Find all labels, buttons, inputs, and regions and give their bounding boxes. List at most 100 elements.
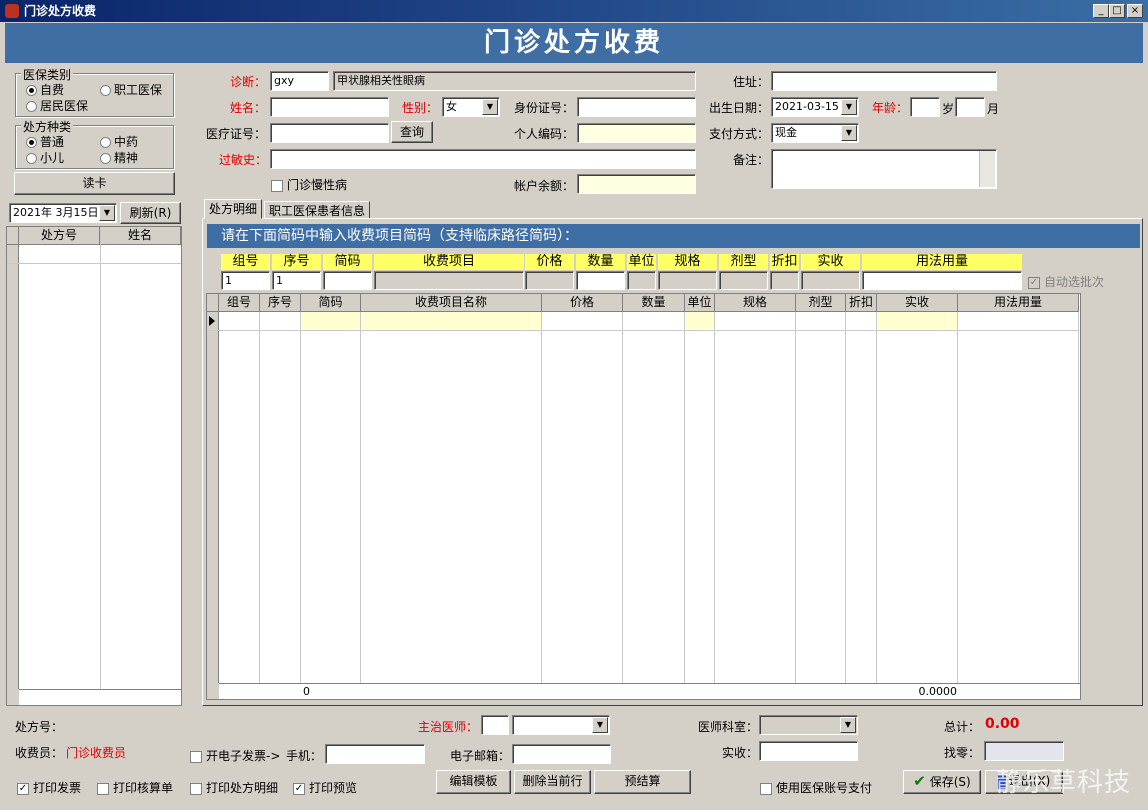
entry-col-unit: 单位 (627, 254, 656, 270)
grid-col-7: 规格 (715, 294, 796, 312)
phone-input[interactable] (325, 744, 425, 764)
radio-resident-insurance[interactable]: 居民医保 (26, 97, 88, 114)
grid-col-8: 剂型 (796, 294, 846, 312)
personal-code-label: 个人编码： (514, 127, 575, 141)
scrollbar[interactable] (979, 151, 995, 187)
allergy-input[interactable] (270, 149, 696, 169)
balance-field (577, 174, 696, 194)
radio-normal[interactable]: 普通 (26, 133, 64, 150)
entry-qty-input[interactable] (576, 271, 625, 290)
read-card-button[interactable]: 读卡 (14, 172, 175, 195)
entry-group-input[interactable]: 1 (221, 271, 270, 290)
col-rxno: 处方号 (19, 227, 100, 245)
maximize-button[interactable]: □ (1109, 4, 1125, 18)
print-detail-checkbox[interactable]: 打印处方明细 (190, 779, 278, 796)
pre-settle-button[interactable]: 预结算 (594, 770, 691, 794)
chronic-disease-checkbox[interactable]: 门诊慢性病 (271, 176, 347, 193)
email-input[interactable] (512, 744, 611, 764)
minimize-button[interactable]: _ (1093, 4, 1109, 18)
edit-template-button[interactable]: 编辑模板 (436, 770, 511, 794)
age-years-input[interactable] (910, 97, 940, 117)
tab-employee-info[interactable]: 职工医保患者信息 (264, 201, 371, 219)
entry-col-usage: 用法用量 (862, 254, 1022, 270)
medical-card-input[interactable] (270, 123, 389, 143)
grid-col-6: 单位 (685, 294, 715, 312)
query-button[interactable]: 查询 (391, 121, 433, 143)
age-label: 年龄： (872, 101, 909, 115)
date-picker[interactable]: 2021年 3月15日 ▼ (9, 203, 117, 223)
note-label: 备注： (733, 153, 770, 167)
detail-grid[interactable]: 组号 序号 简码 收费项目名称 价格 数量 单位 规格 剂型 折扣 实收 用法用量 0 0.0000 (206, 293, 1081, 700)
email-label: 电子邮箱： (450, 749, 511, 763)
total-value: 0.00 (985, 716, 1020, 732)
grid-col-2: 简码 (301, 294, 361, 312)
age-year-unit: 岁 (942, 102, 955, 116)
save-button[interactable]: ✔ 保存(S) (903, 770, 981, 794)
allergy-label: 过敏史： (219, 153, 268, 167)
age-month-unit: 月 (987, 102, 1000, 116)
footer-total: 0.0000 (918, 685, 958, 698)
delete-row-button[interactable]: 删除当前行 (514, 770, 591, 794)
prescription-list[interactable]: 处方号 姓名 (6, 226, 182, 706)
rxno-label: 处方号： (15, 720, 64, 734)
name-input[interactable] (270, 97, 389, 117)
entry-discount-field (770, 271, 799, 290)
medical-card-label: 医疗证号： (206, 127, 267, 141)
birthdate-picker[interactable]: 2021-03-15 ▼ (771, 97, 859, 117)
age-months-input[interactable] (955, 97, 985, 117)
entry-spec-field (658, 271, 717, 290)
entry-code-input[interactable] (323, 271, 372, 290)
paid-label: 实收： (722, 746, 759, 760)
doctor-code-input[interactable] (481, 715, 509, 735)
use-insurance-account-checkbox[interactable]: 使用医保账号支付 (760, 779, 872, 796)
sex-select[interactable]: 女 ▼ (442, 97, 500, 117)
print-invoice-checkbox[interactable]: ✓ 打印发票 (17, 779, 81, 796)
grid-col-11: 用法用量 (958, 294, 1079, 312)
radio-pediatric[interactable]: 小儿 (26, 149, 64, 166)
footer-count: 0 (303, 685, 310, 698)
radio-psychiatric[interactable]: 精神 (100, 149, 138, 166)
tab-rx-detail[interactable]: 处方明细 (204, 199, 263, 219)
entry-paid-field (801, 271, 860, 290)
entry-usage-input[interactable] (862, 271, 1022, 290)
radio-self-pay[interactable]: 自费 (26, 81, 64, 98)
personal-code-field (577, 123, 696, 143)
print-preview-checkbox[interactable]: ✓ 打印预览 (293, 779, 357, 796)
close-button[interactable]: × (1127, 4, 1143, 18)
address-input[interactable] (771, 71, 997, 91)
entry-seq-input[interactable]: 1 (272, 271, 321, 290)
name-label: 姓名： (230, 101, 267, 115)
entry-item-field (374, 271, 524, 290)
chevron-down-icon: ▼ (592, 717, 608, 733)
auto-batch-checkbox: ✓ 自动选批次 (1028, 275, 1105, 289)
doctor-label: 主治医师： (418, 720, 479, 734)
radio-employee-insurance[interactable]: 职工医保 (100, 81, 162, 98)
note-textarea[interactable] (771, 149, 997, 189)
grid-col-10: 实收 (877, 294, 958, 312)
radio-chinese-medicine[interactable]: 中药 (100, 133, 138, 150)
diagnosis-code-input[interactable]: gxy (270, 71, 329, 91)
paid-input[interactable] (759, 741, 858, 761)
grid-col-1: 序号 (260, 294, 301, 312)
change-label: 找零： (944, 746, 981, 760)
page-banner: 门诊处方收费 (5, 23, 1143, 63)
payment-select[interactable]: 现金 ▼ (771, 123, 859, 143)
dept-select: ▼ (759, 715, 858, 735)
current-row-icon (209, 316, 215, 326)
entry-col-price: 价格 (525, 254, 574, 270)
idcard-input[interactable] (577, 97, 696, 117)
grid-col-0: 组号 (219, 294, 260, 312)
change-field (984, 741, 1064, 761)
check-icon: ✔ (913, 772, 926, 790)
chevron-down-icon: ▼ (841, 99, 857, 115)
cashier-value: 门诊收费员 (66, 746, 127, 760)
entry-col-item: 收费项目 (374, 254, 524, 270)
einvoice-checkbox[interactable]: 开电子发票-> (190, 747, 280, 764)
entry-col-paid: 实收 (801, 254, 860, 270)
grid-col-9: 折扣 (846, 294, 877, 312)
print-settle-checkbox[interactable]: 打印核算单 (97, 779, 173, 796)
entry-col-qty: 数量 (576, 254, 625, 270)
doctor-select[interactable]: ▼ (512, 715, 610, 735)
refresh-button[interactable]: 刷新(R) (120, 202, 181, 224)
window-titlebar: 门诊处方收费 (0, 0, 1148, 22)
